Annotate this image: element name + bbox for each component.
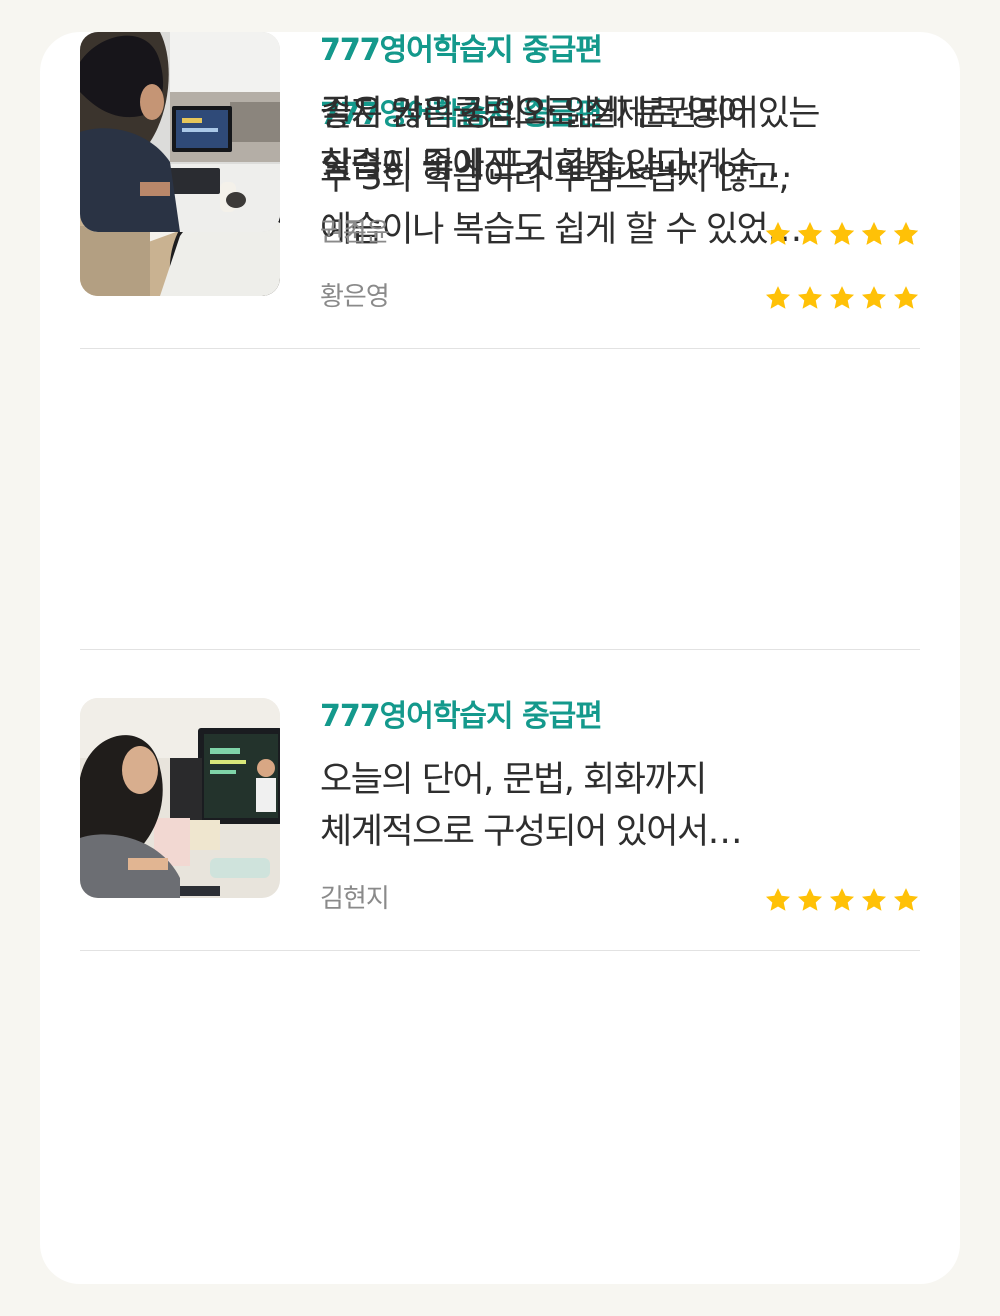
review-text-line: 좋은 커리큘럼으로 실제로 영어: [320, 94, 749, 134]
review-text-line: 실력이 좋아진 것 같습니다!: [320, 146, 701, 186]
product-title: 777영어학습지 중급편: [320, 699, 603, 734]
star-icon: [893, 286, 919, 309]
review-author: 김현지: [320, 884, 390, 914]
star-icon: [861, 222, 887, 245]
star-icon: [765, 888, 791, 911]
review-text[interactable]: 오늘의 단어, 문법, 회화까지 체계적으로 구성되어 있어서…: [320, 754, 920, 858]
review-item[interactable]: 777영어학습지 중급편 오늘의 단어, 문법, 회화까지 체계적으로 구성되어…: [80, 698, 920, 914]
star-icon: [829, 888, 855, 911]
review-text[interactable]: 좋은 커리큘럼으로 실제로 영어 실력이 좋아진 것 같습니다!: [320, 88, 920, 192]
star-icon: [765, 222, 791, 245]
star-icon: [829, 286, 855, 309]
divider: [80, 950, 920, 951]
star-icon: [765, 286, 791, 309]
product-title: 777영어학습지 중급편: [320, 33, 603, 68]
star-icon: [829, 222, 855, 245]
student-desk-photo-icon: [80, 32, 280, 232]
review-text-line: 체계적으로 구성되어 있어서…: [320, 812, 743, 852]
star-icon: [797, 222, 823, 245]
star-icon: [861, 888, 887, 911]
student-monitor-photo-icon: [80, 698, 280, 898]
star-icon: [797, 286, 823, 309]
review-item[interactable]: 777영어학습지 중급편 좋은 커리큘럼으로 실제로 영어 실력이 좋아진 것 …: [80, 32, 920, 248]
review-author: 권기윤: [320, 218, 390, 248]
review-author: 황은영: [320, 282, 390, 312]
star-icon: [893, 222, 919, 245]
review-photo[interactable]: [80, 32, 280, 232]
review-photo[interactable]: [80, 698, 280, 898]
divider: [80, 649, 920, 650]
star-rating: [764, 886, 920, 914]
review-text-line: 오늘의 단어, 문법, 회화까지: [320, 760, 707, 800]
star-rating: [764, 220, 920, 248]
star-icon: [861, 286, 887, 309]
divider: [80, 348, 920, 349]
star-icon: [893, 888, 919, 911]
star-rating: [764, 284, 920, 312]
reviews-card: 777영어학습지 중급편 주 3회 학습이라 부담스럽지 않고, 예습이나 복습…: [40, 32, 960, 1284]
star-icon: [797, 888, 823, 911]
